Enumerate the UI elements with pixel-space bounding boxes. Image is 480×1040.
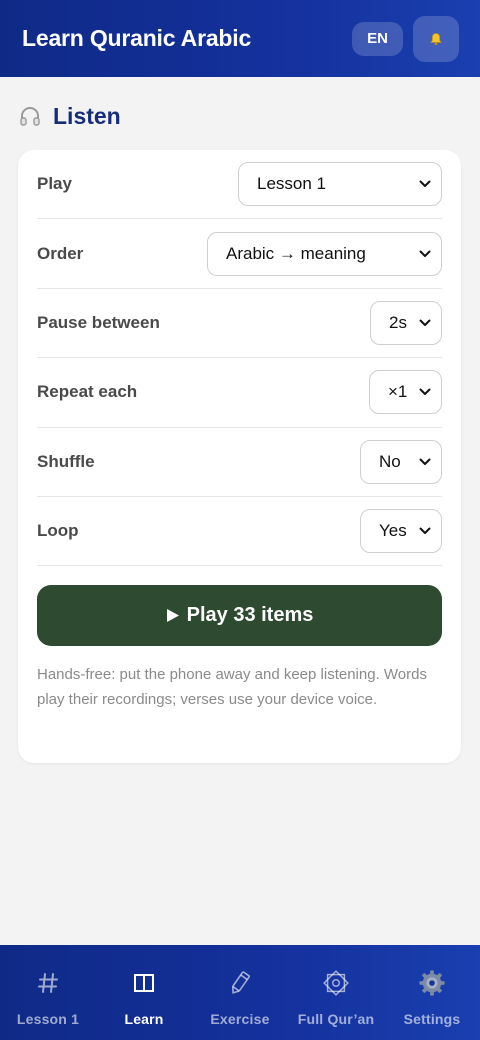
listen-settings-card: Play Lesson 1 Order Arabic → meaning Pau… — [18, 150, 461, 763]
setting-label: Repeat each — [37, 382, 138, 402]
pause-select[interactable]: 2s — [370, 300, 442, 345]
select-value: ×1 — [388, 382, 408, 402]
chevron-down-icon — [419, 250, 431, 257]
select-value: Yes — [379, 521, 407, 541]
nav-item-settings[interactable]: Settings — [384, 945, 480, 1040]
select-value: Arabic → meaning — [226, 243, 366, 263]
nav-label: Lesson 1 — [16, 1011, 80, 1027]
gear-icon — [418, 969, 446, 997]
section-heading: Listen — [18, 101, 121, 131]
select-value: Lesson 1 — [257, 174, 326, 194]
star-icon — [322, 969, 350, 997]
loop-select[interactable]: Yes — [360, 509, 442, 554]
bottom-navigation: Lesson 1 Learn Exercise Full Qur’an Sett… — [0, 945, 480, 1040]
order-select[interactable]: Arabic → meaning — [207, 231, 442, 276]
nav-label: Exercise — [210, 1011, 270, 1027]
repeat-select[interactable]: ×1 — [369, 370, 442, 415]
chevron-down-icon — [419, 180, 431, 188]
setting-row-repeat: Repeat each ×1 — [37, 358, 442, 428]
chevron-down-icon — [419, 388, 431, 396]
select-value: No — [379, 451, 401, 471]
nav-item-lesson[interactable]: Lesson 1 — [0, 945, 96, 1040]
headphones-icon — [20, 107, 40, 126]
nav-label: Learn — [124, 1011, 164, 1027]
play-button[interactable]: Play 33 items — [37, 585, 442, 647]
nav-item-full-quran[interactable]: Full Qur’an — [288, 945, 384, 1040]
setting-row-play: Play Lesson 1 — [37, 150, 442, 220]
nav-label: Full Qur’an — [297, 1011, 375, 1027]
book-icon — [130, 969, 158, 997]
nav-label: Settings — [403, 1011, 461, 1027]
pencil-icon — [226, 969, 254, 997]
setting-label: Shuffle — [37, 451, 95, 471]
bell-icon — [430, 32, 442, 45]
hash-icon — [34, 969, 62, 997]
setting-row-shuffle: Shuffle No — [37, 428, 442, 497]
play-button-label: Play 33 items — [186, 604, 314, 627]
section-title: Listen — [53, 102, 121, 129]
setting-label: Order — [37, 243, 84, 263]
chevron-down-icon — [419, 319, 431, 326]
setting-label: Pause between — [37, 312, 160, 332]
top-app-bar: Learn Quranic Arabic EN — [0, 0, 480, 77]
notifications-button[interactable] — [413, 15, 459, 62]
select-value: 2s — [389, 312, 407, 332]
chevron-down-icon — [419, 458, 431, 465]
nav-item-exercise[interactable]: Exercise — [192, 945, 288, 1040]
play-select[interactable]: Lesson 1 — [238, 162, 442, 207]
shuffle-select[interactable]: No — [360, 439, 442, 484]
app-title: Learn Quranic Arabic — [22, 25, 252, 51]
hint-text: Hands-free: put the phone away and keep … — [37, 666, 427, 709]
language-button[interactable]: EN — [352, 21, 403, 56]
setting-row-pause: Pause between 2s — [37, 289, 442, 359]
chevron-down-icon — [419, 527, 431, 535]
nav-item-learn[interactable]: Learn — [96, 945, 192, 1040]
play-icon — [166, 609, 179, 623]
setting-label: Play — [37, 174, 72, 194]
setting-row-loop: Loop Yes — [37, 497, 442, 567]
setting-label: Loop — [37, 521, 79, 541]
setting-row-order: Order Arabic → meaning — [37, 219, 442, 289]
